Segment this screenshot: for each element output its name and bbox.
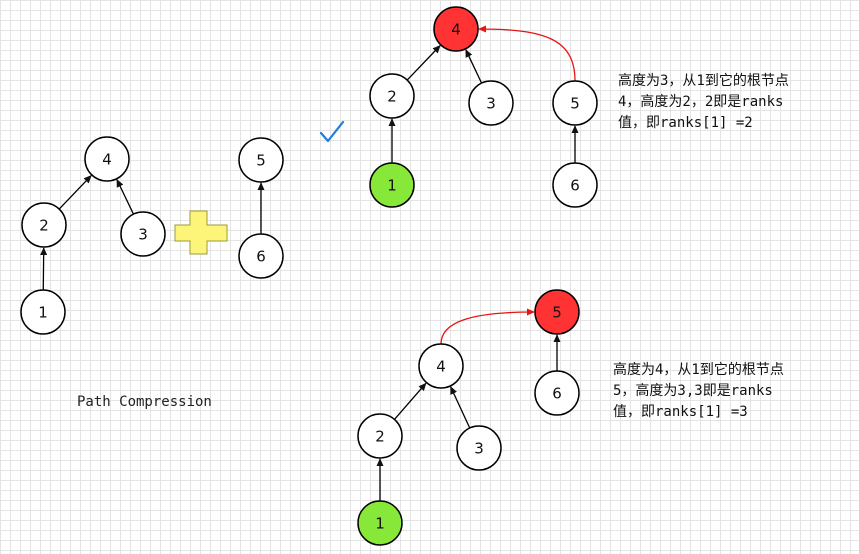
edge-2-to-4 <box>58 175 92 210</box>
check-icon <box>319 120 345 143</box>
node-label: 2 <box>39 217 49 235</box>
bottom-tree-node-3: 3 <box>456 425 502 471</box>
left-pair-node-6: 6 <box>238 233 284 279</box>
note-bottom: 高度为4，从1到它的根节点 5，高度为3,3即是ranks 值，即ranks[1… <box>613 362 784 420</box>
edge-2-to-4 <box>393 382 427 420</box>
left-tree-node-2: 2 <box>21 202 67 248</box>
bottom-tree-node-2: 2 <box>357 413 403 459</box>
node-label: 5 <box>552 304 562 322</box>
edge-3-to-4 <box>450 386 471 429</box>
edge-3-to-4 <box>465 49 483 84</box>
node-label: 3 <box>138 226 148 244</box>
node-label: 4 <box>436 358 446 376</box>
bottom-tree-node-1: 1 <box>357 500 403 546</box>
node-label: 1 <box>387 177 397 195</box>
bottom-tree-node-4: 4 <box>418 343 464 389</box>
node-label: 2 <box>375 428 385 446</box>
top-tree-node-4: 4 <box>433 6 479 52</box>
node-label: 6 <box>256 248 266 266</box>
plus-icon <box>174 210 228 255</box>
edge-2-to-4 <box>406 45 441 81</box>
bottom-tree-node-5: 5 <box>534 289 580 335</box>
caption-path-compression: Path Compression <box>77 394 212 410</box>
top-tree-node-5: 5 <box>552 80 598 126</box>
top-tree-node-6: 6 <box>552 162 598 208</box>
left-tree-node-1: 1 <box>20 289 66 335</box>
node-label: 5 <box>256 152 266 170</box>
top-tree-node-2: 2 <box>369 73 415 119</box>
left-pair-node-5: 5 <box>238 137 284 183</box>
node-label: 3 <box>486 95 496 113</box>
note-top: 高度为3，从1到它的根节点 4，高度为2，2即是ranks 值，即ranks[1… <box>618 73 789 131</box>
node-label: 1 <box>38 304 48 322</box>
node-label: 1 <box>375 515 385 533</box>
node-label: 6 <box>552 385 562 403</box>
top-tree-node-1: 1 <box>369 162 415 208</box>
node-label: 4 <box>102 151 112 169</box>
bottom-tree-node-6: 6 <box>534 370 580 416</box>
top-tree-node-3: 3 <box>468 80 514 126</box>
edge-3-to-4 <box>116 179 135 215</box>
node-label: 5 <box>570 95 580 113</box>
node-label: 6 <box>570 177 580 195</box>
node-label: 2 <box>387 88 397 106</box>
node-label: 4 <box>451 21 461 39</box>
node-label: 3 <box>474 440 484 458</box>
left-tree-node-3: 3 <box>120 211 166 257</box>
compression-arrow-5-to-4 <box>478 25 576 82</box>
compression-arrow-4-to-5 <box>440 308 535 345</box>
left-tree-node-4: 4 <box>84 136 130 182</box>
